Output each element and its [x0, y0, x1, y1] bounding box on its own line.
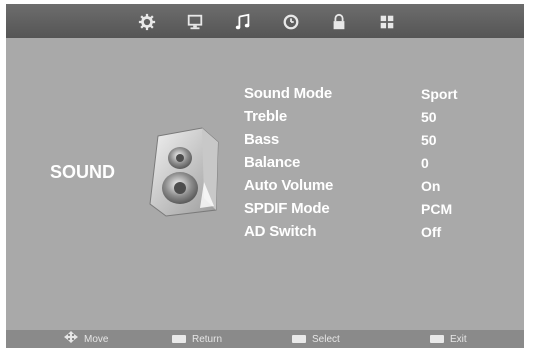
hint-label: Move — [84, 333, 109, 345]
menu-item-auto-volume[interactable]: Auto Volume On — [244, 174, 504, 197]
menu-item-label: AD Switch — [244, 223, 317, 240]
hint-return: Return — [172, 330, 222, 348]
hint-label: Return — [192, 333, 223, 345]
key-hint-bar: Move Return Select Exit — [6, 330, 524, 348]
gear-icon[interactable] — [136, 11, 158, 33]
move-arrows-icon — [64, 330, 78, 348]
clock-icon[interactable] — [280, 11, 302, 33]
menu-item-bass[interactable]: Bass 50 — [244, 128, 504, 151]
menu-item-value: Sport — [421, 85, 458, 102]
menu-item-value: 0 — [421, 154, 429, 171]
top-tab-bar — [6, 4, 524, 38]
menu-item-label: SPDIF Mode — [244, 200, 330, 217]
menu-item-value: Off — [421, 223, 442, 240]
section-title: SOUND — [50, 162, 116, 182]
hint-move: Move — [64, 330, 108, 348]
music-note-icon[interactable] — [232, 11, 254, 33]
menu-item-label: Sound Mode — [244, 85, 332, 102]
menu-item-spdif-mode[interactable]: SPDIF Mode PCM — [244, 197, 504, 220]
sound-settings-menu: Sound Mode Sport Treble 50 Bass 50 Balan… — [244, 82, 504, 243]
hint-exit: Exit — [430, 330, 467, 348]
menu-item-treble[interactable]: Treble 50 — [244, 105, 504, 128]
monitor-icon[interactable] — [184, 11, 206, 33]
hint-select: Select — [292, 330, 340, 348]
menu-item-balance[interactable]: Balance 0 — [244, 151, 504, 174]
menu-item-value: PCM — [421, 200, 453, 217]
menu-item-label: Balance — [244, 154, 301, 171]
menu-item-ad-switch[interactable]: AD Switch Off — [244, 220, 504, 243]
grid-icon[interactable] — [376, 11, 398, 33]
menu-item-label: Bass — [244, 131, 280, 148]
hint-label: Exit — [450, 333, 467, 345]
osd-menu-panel: SOUND Sound Mode Sport Treble 50 Bass 50… — [6, 4, 524, 348]
menu-item-sound-mode[interactable]: Sound Mode Sport — [244, 82, 504, 105]
menu-item-value: 50 — [421, 131, 437, 148]
menu-item-label: Auto Volume — [244, 177, 334, 194]
menu-item-label: Treble — [244, 108, 287, 125]
speaker-icon — [144, 126, 224, 218]
menu-item-value: On — [421, 177, 441, 194]
exit-key-icon — [430, 335, 444, 343]
ok-key-icon — [292, 335, 306, 343]
lock-icon[interactable] — [328, 11, 350, 33]
menu-item-value: 50 — [421, 108, 437, 125]
hint-label: Select — [312, 333, 340, 345]
menu-key-icon — [172, 335, 186, 343]
